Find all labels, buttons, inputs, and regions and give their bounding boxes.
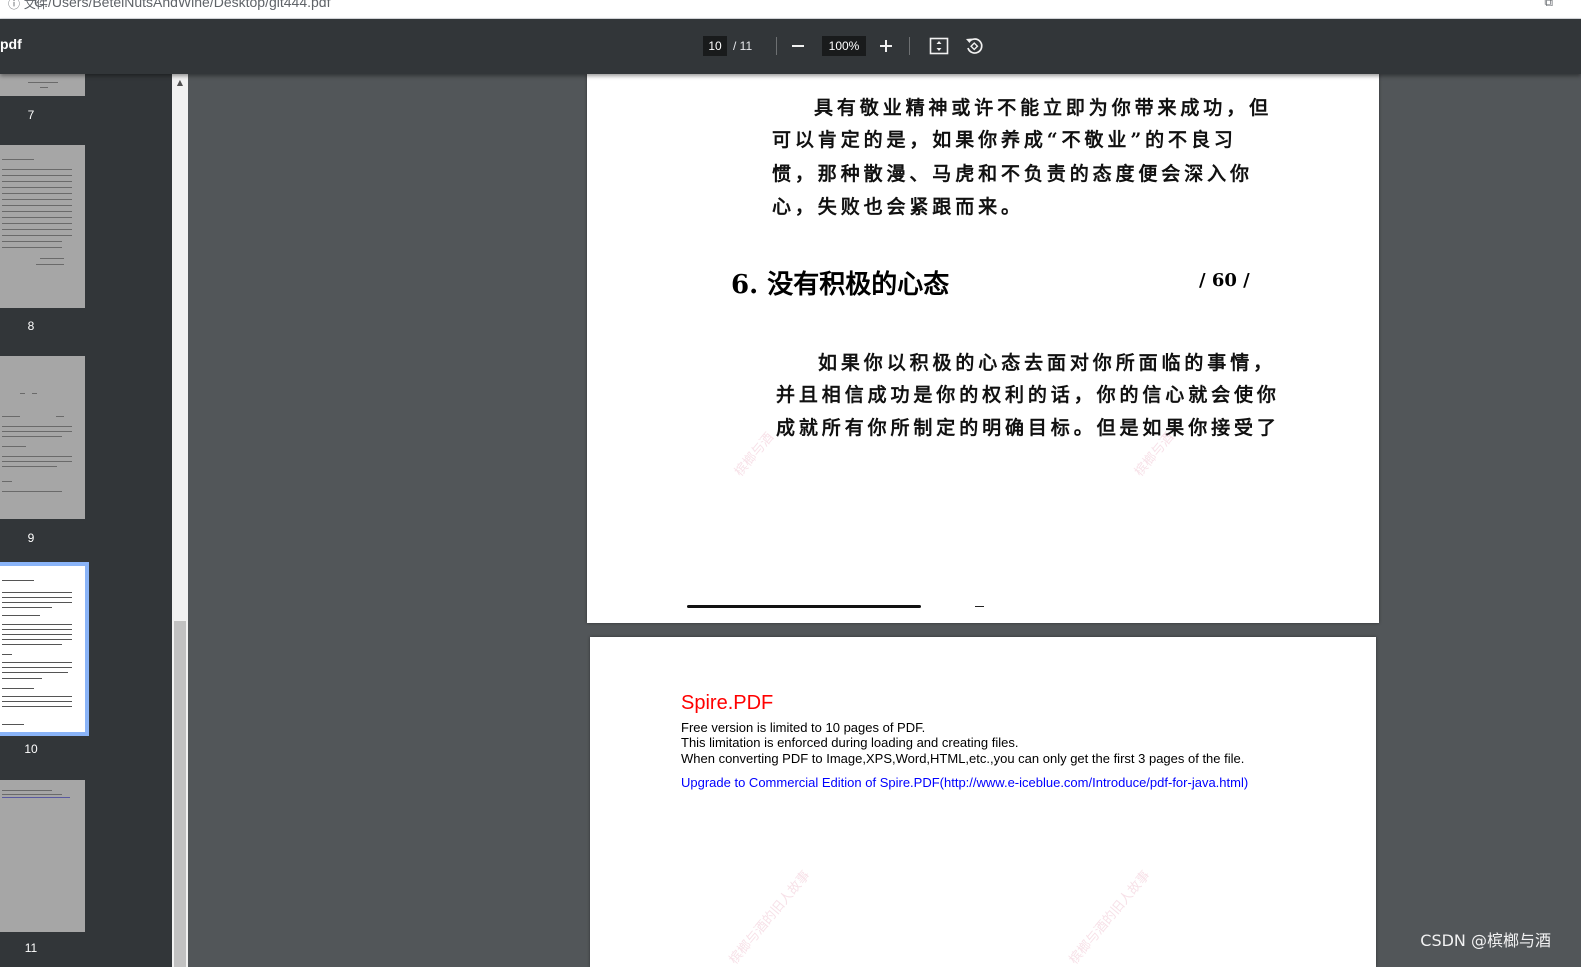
thumbnail-label: 8: [27, 319, 35, 333]
csdn-watermark: CSDN @槟榔与酒: [1420, 931, 1551, 950]
rotate-button[interactable]: [962, 35, 986, 57]
toolbar-divider: [776, 37, 777, 55]
paragraph-line: 如果你以积极的心态去面对你所面临的事情，: [818, 352, 1277, 374]
paragraph-line: 并且相信成功是你的权利的话，你的信心就会使你: [776, 384, 1280, 406]
paragraph-line: 成就所有你所制定的明确目标。但是如果你接受了: [776, 417, 1280, 439]
paragraph-line: 心，失败也会紧跟而来。: [772, 196, 1024, 218]
watermark-text: 槟榔与酒的旧人故事: [726, 868, 814, 967]
zoom-in-button[interactable]: [874, 35, 898, 57]
plus-icon: [880, 40, 892, 52]
notice-line: This limitation is enforced during loadi…: [681, 735, 1019, 750]
paragraph-line: 惯，那种散漫、马虎和不负责的态度便会深入你: [772, 163, 1253, 185]
scroll-up-arrow-icon[interactable]: ▲: [172, 74, 188, 90]
page-number-input[interactable]: 10: [703, 36, 727, 56]
address-bar[interactable]: ⓘ 文件 C:/Users/BetelNutsAndWine/Desktop/g…: [0, 0, 1581, 19]
page-thumbnail[interactable]: [0, 145, 85, 308]
url-text[interactable]: C:/Users/BetelNutsAndWine/Desktop/git444…: [34, 0, 330, 10]
rotate-counterclockwise-icon: [966, 38, 983, 54]
pdf-toolbar: pdf 10 / 11 100%: [0, 19, 1581, 74]
pdf-page-11: Spire.PDF Free version is limited to 10 …: [590, 637, 1376, 967]
minus-icon: [792, 45, 804, 47]
upgrade-link[interactable]: Upgrade to Commercial Edition of Spire.P…: [681, 775, 1248, 790]
paragraph-line: 可以肯定的是，如果你养成“不敬业”的不良习: [772, 129, 1237, 151]
page-thumbnail-active[interactable]: [0, 562, 89, 736]
thumbnail-sidebar[interactable]: 7 8 9 10 11: [0, 74, 172, 967]
pdf-page-10: 具有敬业精神或许不能立即为你带来成功，但 可以肯定的是，如果你养成“不敬业”的不…: [587, 74, 1379, 623]
page-thumbnail[interactable]: [0, 74, 85, 96]
thumbnail-label: 9: [27, 531, 35, 545]
scan-artifact-line: [687, 605, 921, 608]
scrollbar-thumb[interactable]: [174, 621, 186, 967]
thumbnail-label: 7: [27, 108, 35, 122]
notice-line: When converting PDF to Image,XPS,Word,HT…: [681, 751, 1245, 766]
thumbnail-label: 11: [24, 941, 38, 955]
fit-page-icon: [929, 37, 949, 55]
page-thumbnail[interactable]: [0, 780, 85, 932]
fit-to-page-button[interactable]: [927, 35, 951, 57]
paragraph-line: 具有敬业精神或许不能立即为你带来成功，但: [814, 97, 1273, 119]
scan-artifact-dash: [975, 606, 984, 607]
spire-title: Spire.PDF: [681, 692, 774, 714]
printed-page-number: / 60 /: [1199, 270, 1250, 291]
zoom-out-button[interactable]: [786, 35, 810, 57]
section-heading: 6. 没有积极的心态: [731, 270, 950, 300]
zoom-level-input[interactable]: 100%: [822, 36, 866, 56]
open-external-icon[interactable]: ⧉: [1544, 0, 1553, 10]
notice-line: Free version is limited to 10 pages of P…: [681, 720, 926, 735]
toolbar-divider: [909, 37, 910, 55]
document-title: pdf: [0, 36, 22, 52]
sidebar-scrollbar[interactable]: ▲: [172, 74, 188, 967]
watermark-text: 槟榔与酒的旧人故事: [1066, 868, 1154, 967]
thumbnail-label: 10: [24, 742, 38, 756]
watermark-text: 槟榔与酒: [732, 430, 778, 480]
page-thumbnail[interactable]: [0, 356, 85, 519]
page-total-label: / 11: [733, 39, 753, 53]
